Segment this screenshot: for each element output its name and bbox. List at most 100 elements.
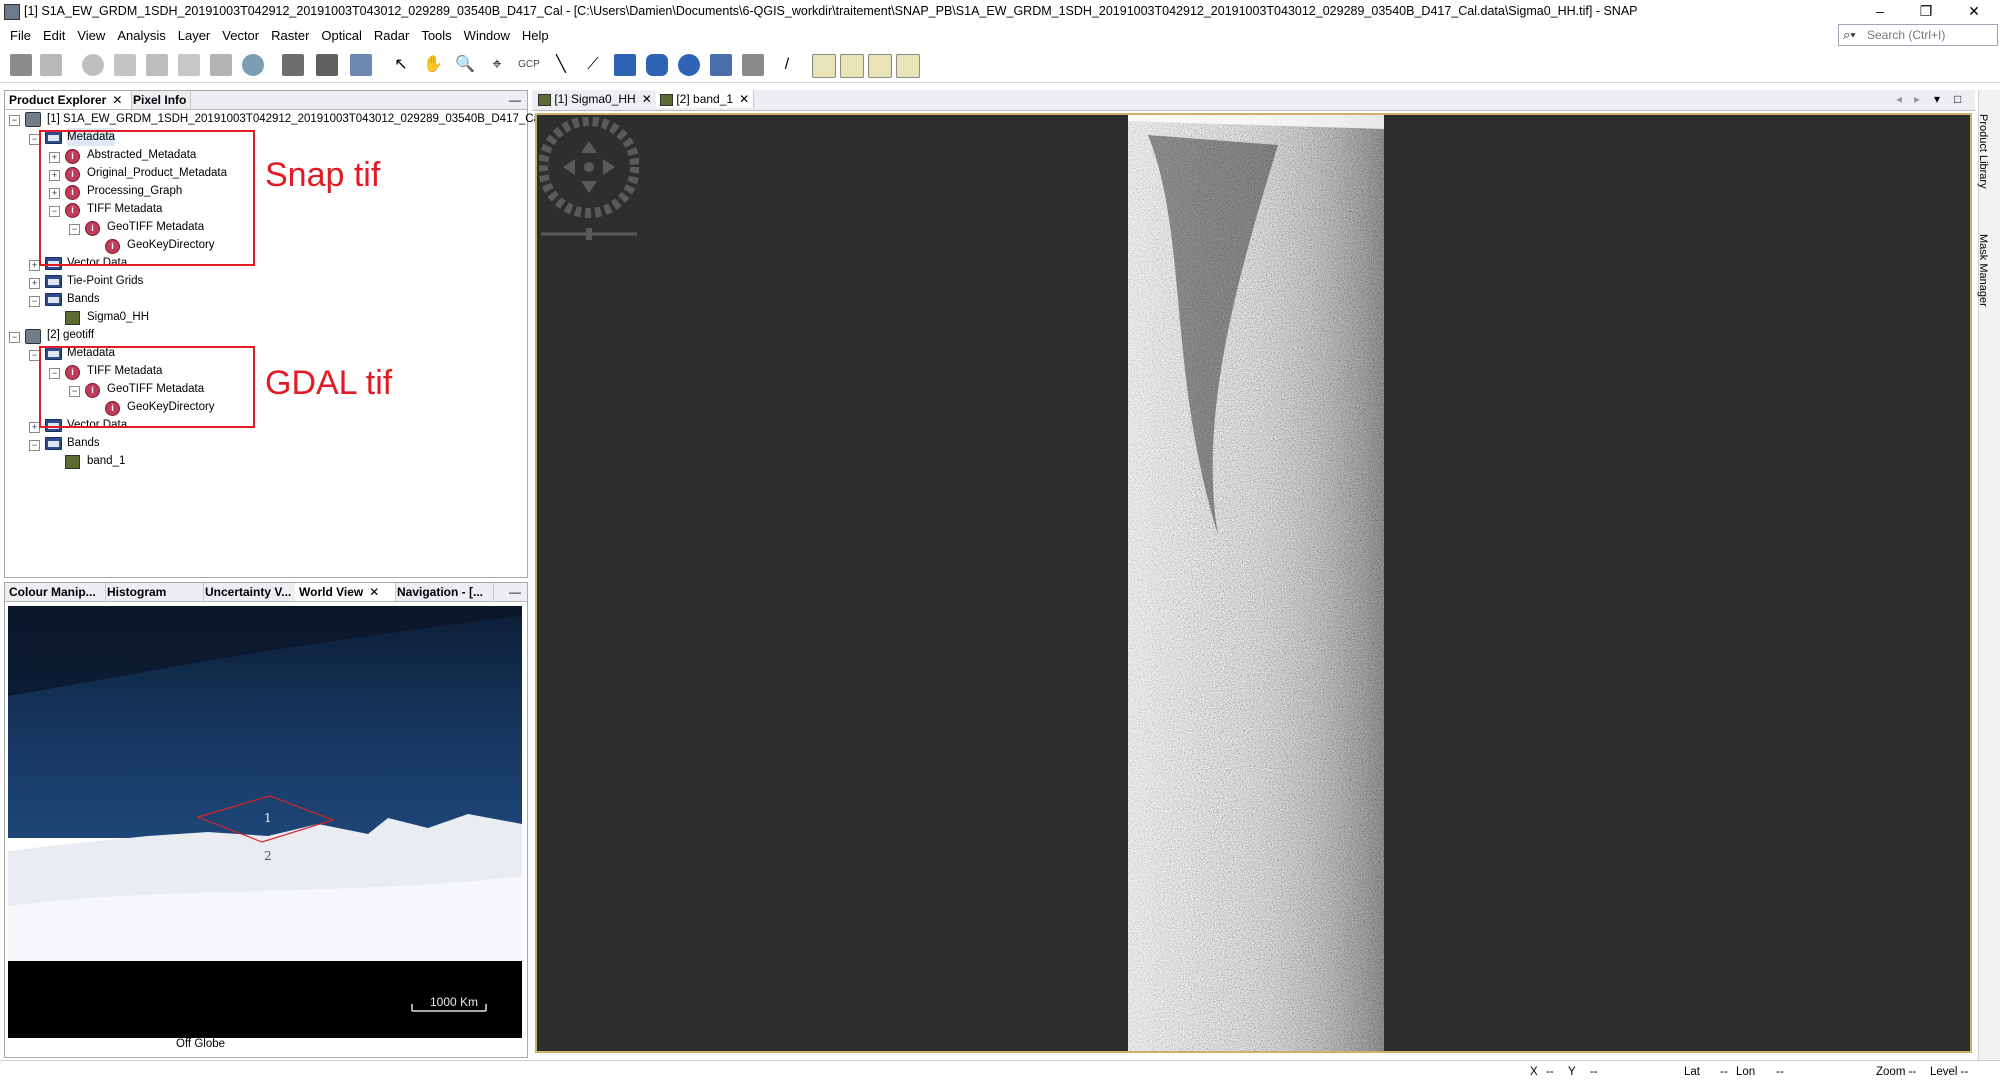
- tab-scroll-right-icon[interactable]: ▸: [1910, 90, 1924, 108]
- tab-list-dropdown-icon[interactable]: ▾: [1930, 90, 1944, 108]
- menu-tools[interactable]: Tools: [415, 28, 457, 43]
- menu-layer[interactable]: Layer: [172, 28, 217, 43]
- collapse-toggle[interactable]: −: [29, 440, 40, 451]
- navigation-control[interactable]: [539, 117, 639, 247]
- close-button[interactable]: ✕: [1952, 0, 1996, 24]
- tile-icon[interactable]: [316, 54, 338, 76]
- tab-colour-manipulation[interactable]: Colour Manip...: [5, 583, 106, 601]
- menu-help[interactable]: Help: [516, 28, 555, 43]
- minimize-panel-button[interactable]: —: [505, 583, 525, 601]
- world-view-globe[interactable]: 1 2 1000 Km: [8, 606, 522, 1038]
- image-view-tab-bar: [1] Sigma0_HH ✕ [2] band_1 ✕ ◂ ▸ ▾ □: [532, 90, 1975, 111]
- filtered-band-icon[interactable]: [114, 54, 136, 76]
- menu-optical[interactable]: Optical: [315, 28, 367, 43]
- pin-manager-icon[interactable]: [178, 54, 200, 76]
- tab-histogram[interactable]: Histogram: [103, 583, 204, 601]
- tree-band-1[interactable]: band_1: [87, 452, 125, 470]
- world-map-icon[interactable]: [242, 54, 264, 76]
- tree-tie-point-grids[interactable]: Tie-Point Grids: [67, 272, 143, 290]
- close-icon[interactable]: ✕: [642, 92, 652, 106]
- restore-button[interactable]: ❐: [1904, 0, 1948, 24]
- toolbar: ↖ ✋ 🔍 ⌖ GCP ╲ ⟋ /: [0, 48, 2000, 83]
- tree-bands-2[interactable]: Bands: [67, 434, 100, 452]
- status-bar: X -- Y -- Lat -- Lon -- Zoom -- Level --: [0, 1060, 2000, 1085]
- tree-product-2[interactable]: [2] geotiff: [47, 326, 94, 344]
- collapse-toggle[interactable]: −: [29, 296, 40, 307]
- collapse-toggle[interactable]: −: [9, 332, 20, 343]
- menu-view[interactable]: View: [71, 28, 111, 43]
- menu-file[interactable]: File: [4, 28, 37, 43]
- gcp-placing-icon[interactable]: GCP: [518, 54, 540, 76]
- magic-wand-icon[interactable]: [710, 54, 732, 76]
- tab-uncertainty[interactable]: Uncertainty V...: [201, 583, 302, 601]
- tree-band-sigma0-hh[interactable]: Sigma0_HH: [87, 308, 149, 326]
- tab-world-view[interactable]: World View ✕: [295, 583, 396, 601]
- image-view-canvas[interactable]: [535, 113, 1972, 1053]
- minimize-panel-button[interactable]: —: [505, 91, 525, 109]
- menu-edit[interactable]: Edit: [37, 28, 71, 43]
- product-icon: [25, 112, 41, 127]
- save-product-icon[interactable]: [40, 54, 62, 76]
- rectangle-draw-icon[interactable]: [614, 54, 636, 76]
- tile-horizontal-icon[interactable]: [812, 54, 836, 78]
- search-icon: ⌕▾: [1843, 27, 1856, 42]
- tile-single-icon[interactable]: [896, 54, 920, 78]
- menu-vector[interactable]: Vector: [216, 28, 265, 43]
- range-finder-icon[interactable]: [742, 54, 764, 76]
- ellipse-draw-icon[interactable]: [678, 54, 700, 76]
- band-maths-icon[interactable]: [82, 54, 104, 76]
- folder-icon: [45, 437, 62, 450]
- expand-toggle[interactable]: +: [29, 278, 40, 289]
- pan-up-icon: [581, 141, 597, 153]
- brush-tool-icon[interactable]: /: [776, 54, 798, 76]
- status-x-label: X: [1530, 1066, 1538, 1078]
- sync-views-icon[interactable]: [350, 54, 372, 76]
- mask-manager-tab[interactable]: Mask Manager: [1977, 234, 1989, 307]
- line-draw-icon[interactable]: ╲: [550, 54, 572, 76]
- tab-band-1-view[interactable]: [2] band_1 ✕: [656, 90, 755, 108]
- search-placeholder: Search (Ctrl+I): [1867, 28, 1946, 42]
- select-tool-icon[interactable]: ↖: [390, 54, 412, 76]
- collapse-toggle[interactable]: −: [9, 115, 20, 126]
- menu-radar[interactable]: Radar: [368, 28, 415, 43]
- tab-pixel-info[interactable]: Pixel Info: [129, 91, 192, 109]
- tab-sigma0-hh-view[interactable]: [1] Sigma0_HH ✕: [534, 90, 657, 108]
- mosaic-icon[interactable]: [282, 54, 304, 76]
- pan-tool-icon[interactable]: ✋: [422, 54, 444, 76]
- close-icon[interactable]: ✕: [369, 585, 379, 599]
- polyline-draw-icon[interactable]: ⟋: [582, 54, 604, 76]
- footprint-label-2: 2: [264, 849, 272, 863]
- tile-vertical-icon[interactable]: [840, 54, 864, 78]
- scale-bar-label: 1000 Km: [430, 995, 478, 1009]
- product-explorer-panel: Product Explorer ✕ Pixel Info — − [1] S1A…: [4, 90, 543, 578]
- polygon-draw-icon[interactable]: [646, 54, 668, 76]
- gcp-manager-icon[interactable]: [210, 54, 232, 76]
- tab-product-explorer[interactable]: Product Explorer ✕: [5, 91, 132, 109]
- zoom-tool-icon[interactable]: 🔍: [454, 54, 476, 76]
- band-icon: [660, 93, 673, 106]
- menu-analysis[interactable]: Analysis: [111, 28, 171, 43]
- tab-navigation[interactable]: Navigation - [...: [393, 583, 494, 601]
- tree-product-1[interactable]: [1] S1A_EW_GRDM_1SDH_20191003T042912_201…: [47, 110, 543, 128]
- band-icon: [65, 455, 80, 469]
- menu-raster[interactable]: Raster: [265, 28, 315, 43]
- product-library-tab[interactable]: Product Library: [1977, 114, 1989, 189]
- open-product-icon[interactable]: [10, 54, 32, 76]
- close-icon[interactable]: ✕: [112, 93, 122, 107]
- maximize-view-icon[interactable]: □: [1950, 90, 1965, 108]
- tree-bands[interactable]: Bands: [67, 290, 100, 308]
- pin-placing-icon[interactable]: ⌖: [486, 54, 508, 76]
- snap-tif-highlight-box: [39, 130, 255, 266]
- tile-evenly-icon[interactable]: [868, 54, 892, 78]
- close-icon[interactable]: ✕: [739, 92, 749, 106]
- grid-icon[interactable]: [146, 54, 168, 76]
- minimize-button[interactable]: –: [1858, 0, 1902, 24]
- menu-window[interactable]: Window: [458, 28, 516, 43]
- search-box[interactable]: ⌕▾ Search (Ctrl+I): [1838, 24, 1998, 46]
- gdal-tif-annotation: GDAL tif: [265, 364, 393, 402]
- tool-tab-bar: Colour Manip... Histogram Uncertainty V.…: [5, 583, 527, 602]
- tab-scroll-left-icon[interactable]: ◂: [1892, 90, 1906, 108]
- zoom-slider-handle[interactable]: [586, 228, 592, 240]
- sar-image-band-1: [1128, 115, 1384, 1051]
- tab-world-view-label: World View: [299, 585, 364, 599]
